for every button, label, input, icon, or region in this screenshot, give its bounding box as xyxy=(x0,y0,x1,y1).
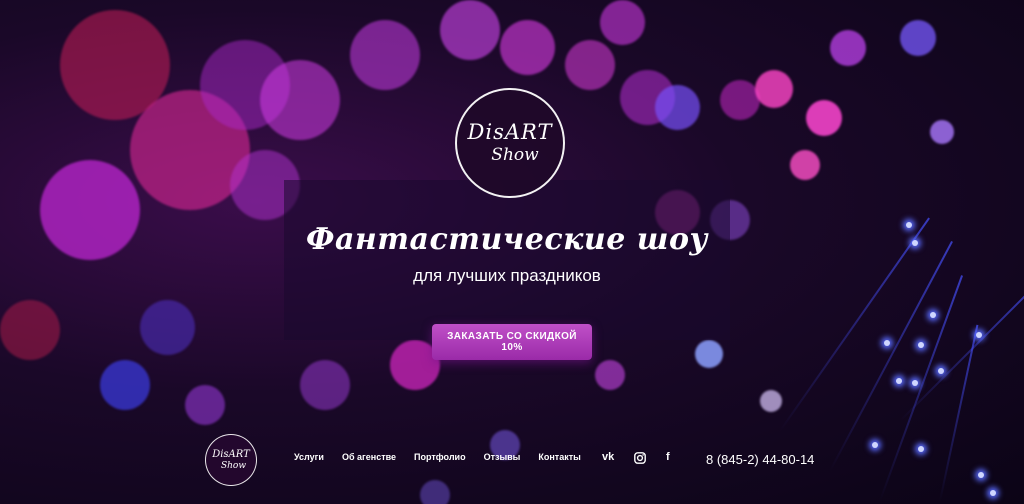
nav-link-about[interactable]: Об агенстве xyxy=(342,452,396,462)
nav-link-contacts[interactable]: Контакты xyxy=(538,452,580,462)
hero-subtitle: для лучших праздников xyxy=(413,266,601,285)
phone-number[interactable]: 8 (845-2) 44-80-14 xyxy=(706,452,814,467)
order-discount-button[interactable]: ЗАКАЗАТЬ СО СКИДКОЙ 10% xyxy=(432,324,592,360)
logo-text-line2: Show xyxy=(491,145,539,165)
footer-logo-text-line1: DisART xyxy=(212,448,250,460)
facebook-icon[interactable]: f xyxy=(666,451,670,463)
footer-nav: Услуги Об агенстве Портфолио Отзывы Конт… xyxy=(294,452,599,462)
hero-overlay-panel xyxy=(284,180,730,340)
vk-icon[interactable]: vk xyxy=(602,451,614,463)
footer-logo[interactable]: DisART Show xyxy=(205,434,257,486)
logo-text-line1: DisART xyxy=(467,120,553,144)
nav-link-portfolio[interactable]: Портфолио xyxy=(414,452,466,462)
nav-link-services[interactable]: Услуги xyxy=(294,452,324,462)
hero-logo[interactable]: DisART Show xyxy=(455,88,565,198)
instagram-icon[interactable] xyxy=(634,452,646,467)
hero-title: Фантастические шоу xyxy=(306,222,708,257)
footer-logo-text-line2: Show xyxy=(220,460,247,471)
nav-link-reviews[interactable]: Отзывы xyxy=(484,452,521,462)
